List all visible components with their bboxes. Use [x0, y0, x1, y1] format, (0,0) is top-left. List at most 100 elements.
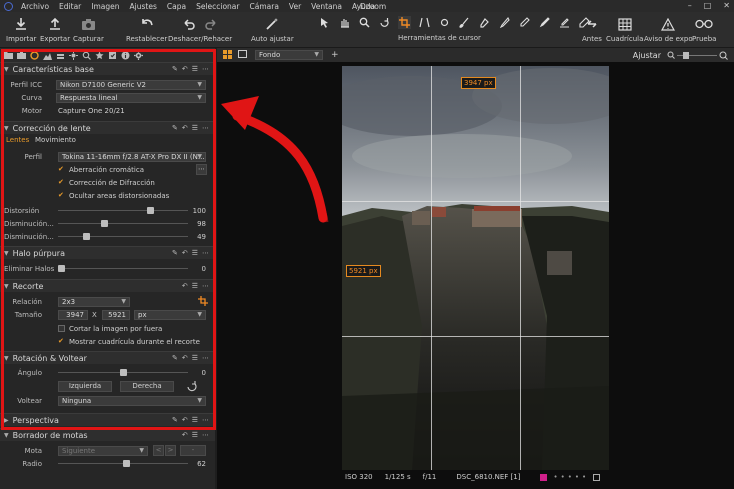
rotate-left-button[interactable]: Izquierda: [58, 381, 112, 392]
zoom-fit-label[interactable]: Ajustar: [633, 51, 661, 60]
slider-handle[interactable]: [123, 460, 130, 467]
presets-icon[interactable]: ☰: [192, 431, 198, 439]
section-motas-header[interactable]: ▼ Borrador de motas ↶ ☰ ⋯: [0, 428, 215, 441]
remove-spot-button[interactable]: -: [180, 445, 206, 456]
reset-section-icon[interactable]: ↶: [182, 354, 188, 362]
viewer-single-icon[interactable]: [238, 50, 247, 60]
maximize-icon[interactable]: □: [704, 1, 712, 10]
add-view-icon[interactable]: +: [331, 50, 339, 60]
lente-perfil-dropdown[interactable]: Tokina 11-16mm f/2.8 AT-X Pro DX II (N..…: [58, 151, 206, 162]
auto-icon[interactable]: ✎: [172, 249, 178, 257]
more-icon[interactable]: ⋯: [202, 354, 209, 362]
presets-icon[interactable]: ☰: [192, 249, 198, 257]
menu-imagen[interactable]: Imagen: [91, 2, 119, 11]
aberracion-checkbox[interactable]: ✔ Aberración cromática: [58, 166, 144, 174]
dism1-value[interactable]: 98: [197, 220, 206, 228]
keystone-icon[interactable]: [418, 16, 431, 29]
slider-handle[interactable]: [101, 220, 109, 227]
menu-editar[interactable]: Editar: [59, 2, 81, 11]
presets-icon[interactable]: ☰: [192, 416, 198, 424]
curva-dropdown[interactable]: Respuesta lineal ▼: [56, 92, 206, 103]
more-icon[interactable]: ⋯: [202, 282, 209, 290]
unit-dropdown[interactable]: px ▼: [134, 309, 206, 320]
mota-dropdown[interactable]: Siguiente ▼: [58, 445, 148, 456]
more-icon[interactable]: ⋯: [202, 416, 209, 424]
import-button[interactable]: Importar: [6, 15, 36, 43]
radio-slider[interactable]: [58, 460, 188, 467]
more-icon[interactable]: ⋯: [202, 124, 209, 132]
section-caracteristicas-header[interactable]: ▼ Características base ✎ ↶ ☰ ⋯: [0, 62, 215, 75]
auto-icon[interactable]: ✎: [172, 124, 178, 132]
select-checkbox[interactable]: [593, 473, 601, 481]
info-tab-icon[interactable]: [121, 51, 130, 60]
pan-hand-icon[interactable]: [338, 16, 351, 29]
voltear-dropdown[interactable]: Ninguna ▼: [58, 395, 206, 406]
reset-section-icon[interactable]: ↶: [182, 124, 188, 132]
aberracion-options-button[interactable]: ⋯: [196, 164, 207, 175]
rating-dots[interactable]: •••••: [553, 473, 589, 481]
menu-ajustes[interactable]: Ajustes: [130, 2, 157, 11]
brush-icon[interactable]: [458, 16, 471, 29]
before-button[interactable]: Antes: [582, 15, 602, 43]
difraccion-checkbox[interactable]: ✔ Corrección de Difracción: [58, 179, 155, 187]
pointer-icon[interactable]: [318, 16, 331, 29]
grid-button[interactable]: Cuadrícula: [606, 15, 643, 43]
section-lente-header[interactable]: ▼ Corrección de lente ✎ ↶ ☰ ⋯: [0, 121, 215, 134]
ocultar-checkbox[interactable]: ✔ Ocultar areas distorsionadas: [58, 192, 169, 200]
rotate-icon[interactable]: [378, 16, 391, 29]
close-icon[interactable]: ✕: [723, 1, 730, 10]
gradient-icon[interactable]: [498, 16, 511, 29]
relacion-dropdown[interactable]: 2x3 ▼: [58, 296, 130, 307]
dism2-value[interactable]: 49: [197, 233, 206, 241]
folder-icon[interactable]: [4, 51, 13, 60]
section-perspectiva-header[interactable]: ▶ Perspectiva ✎ ↶ ☰ ⋯: [0, 413, 215, 426]
slider-handle[interactable]: [146, 207, 154, 214]
details-tab-icon[interactable]: [69, 50, 78, 60]
undo-redo-button[interactable]: Deshacer/Rehacer: [168, 15, 232, 43]
auto-icon[interactable]: ✎: [172, 416, 178, 424]
reset-section-icon[interactable]: ↶: [182, 249, 188, 257]
reset-section-icon[interactable]: ↶: [182, 65, 188, 73]
export-button[interactable]: Exportar: [40, 15, 70, 43]
zoom-slider[interactable]: [667, 51, 728, 60]
color-tab-icon[interactable]: [30, 50, 39, 60]
angulo-value[interactable]: 0: [202, 369, 206, 377]
dism2-slider[interactable]: [58, 233, 188, 240]
auto-icon[interactable]: ✎: [172, 65, 178, 73]
crop-icon[interactable]: [398, 16, 411, 29]
background-dropdown[interactable]: Fondo ▼: [255, 50, 323, 60]
section-halo-header[interactable]: ▼ Halo púrpura ✎ ↶ ☰ ⋯: [0, 246, 215, 259]
exposure-warning-button[interactable]: Aviso de expo: [644, 15, 693, 43]
annotate-icon[interactable]: [558, 16, 571, 29]
color-tag-icon[interactable]: [540, 473, 548, 481]
presets-icon[interactable]: ☰: [192, 65, 198, 73]
output-tab-icon[interactable]: [108, 51, 117, 60]
reset-section-icon[interactable]: ↶: [182, 431, 188, 439]
auto-adjust-button[interactable]: Auto ajustar: [251, 15, 294, 43]
auto-icon[interactable]: ✎: [172, 354, 178, 362]
star-tab-icon[interactable]: [95, 51, 104, 60]
reset-section-icon[interactable]: ↶: [182, 282, 188, 290]
more-icon[interactable]: ⋯: [202, 431, 209, 439]
presets-icon[interactable]: ☰: [192, 282, 198, 290]
section-recorte-header[interactable]: ▼ Recorte ↶ ☰ ⋯: [0, 279, 215, 292]
mostrar-cuadricula-checkbox[interactable]: ✔ Mostrar cuadrícula durante el recorte: [58, 338, 200, 346]
prev-spot-button[interactable]: <: [153, 445, 164, 456]
tab-movimiento[interactable]: Movimiento: [35, 136, 76, 144]
tab-lentes[interactable]: Lentes: [6, 136, 29, 144]
picker-icon[interactable]: [518, 16, 531, 29]
presets-icon[interactable]: ☰: [192, 124, 198, 132]
angulo-slider[interactable]: [58, 369, 188, 376]
camera-tab-icon[interactable]: [17, 51, 26, 60]
menu-ventana[interactable]: Ventana: [311, 2, 342, 11]
height-input[interactable]: 5921: [102, 309, 130, 320]
eyedropper-icon[interactable]: [538, 16, 551, 29]
zoom-icon[interactable]: [358, 16, 371, 29]
slider-handle[interactable]: [82, 233, 90, 240]
slider-handle[interactable]: [58, 265, 65, 272]
presets-icon[interactable]: ☰: [192, 354, 198, 362]
width-input[interactable]: 3947: [58, 309, 88, 320]
section-rotacion-header[interactable]: ▼ Rotación & Voltear ✎ ↶ ☰ ⋯: [0, 351, 215, 364]
proof-button[interactable]: Prueba: [692, 15, 716, 43]
reset-section-icon[interactable]: ↶: [182, 416, 188, 424]
